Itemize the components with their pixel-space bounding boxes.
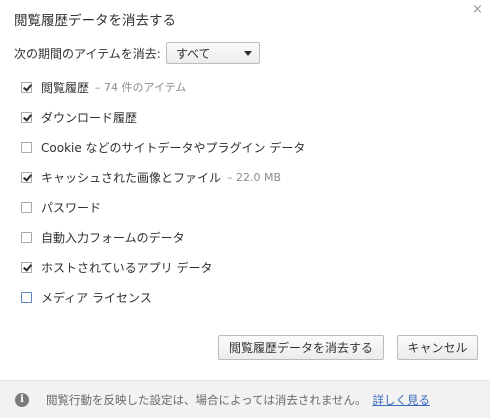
- checkbox-cookies[interactable]: [21, 141, 32, 153]
- chevron-down-icon: [243, 51, 252, 56]
- checkbox-download-history[interactable]: [21, 111, 32, 123]
- dialog-title: 閲覧履歴データを消去する: [14, 13, 176, 29]
- learn-more-link[interactable]: 詳しく見る: [373, 392, 431, 408]
- option-label: ダウンロード履歴: [41, 110, 138, 125]
- checkbox-autofill[interactable]: [21, 231, 32, 243]
- checkbox-media-licenses[interactable]: [21, 291, 32, 303]
- time-period-label: 次の期間のアイテムを消去:: [14, 46, 161, 61]
- option-label: Cookie などのサイトデータやプラグイン データ: [41, 140, 306, 155]
- option-label: メディア ライセンス: [41, 290, 152, 305]
- clear-browsing-data-dialog: 閲覧履歴データを消去する × 次の期間のアイテムを消去: すべて 閲覧履歴 – …: [0, 0, 490, 418]
- option-passwords[interactable]: パスワード: [21, 199, 101, 215]
- close-icon[interactable]: ×: [472, 3, 483, 17]
- checkbox-hosted-app-data[interactable]: [21, 261, 32, 273]
- option-label: パスワード: [41, 200, 102, 215]
- option-label: キャッシュされた画像とファイル: [41, 170, 222, 185]
- option-detail: – 74 件のアイテム: [95, 81, 187, 94]
- time-period-value: すべて: [175, 46, 211, 61]
- option-browsing-history[interactable]: 閲覧履歴 – 74 件のアイテム: [21, 79, 186, 95]
- checkbox-passwords[interactable]: [21, 201, 32, 213]
- time-period-select[interactable]: すべて: [165, 42, 260, 64]
- option-label: 自動入力フォームのデータ: [41, 230, 185, 245]
- option-cache[interactable]: キャッシュされた画像とファイル – 22.0 MB: [21, 169, 281, 185]
- option-hosted-app-data[interactable]: ホストされているアプリ データ: [21, 259, 212, 275]
- checkbox-cache[interactable]: [21, 171, 32, 183]
- footer-note: 閲覧行動を反映した設定は、場合によっては消去されません。: [46, 392, 367, 407]
- time-period-row: 次の期間のアイテムを消去: すべて: [14, 41, 260, 65]
- option-download-history[interactable]: ダウンロード履歴: [21, 109, 137, 125]
- option-cookies[interactable]: Cookie などのサイトデータやプラグイン データ: [21, 139, 305, 155]
- info-icon: i: [15, 392, 29, 407]
- checkbox-browsing-history[interactable]: [21, 81, 32, 93]
- option-label: 閲覧履歴: [41, 80, 90, 95]
- option-media-licenses[interactable]: メディア ライセンス: [21, 289, 152, 305]
- clear-data-button[interactable]: 閲覧履歴データを消去する: [218, 335, 384, 360]
- option-autofill[interactable]: 自動入力フォームのデータ: [21, 229, 185, 245]
- cancel-button[interactable]: キャンセル: [397, 335, 478, 360]
- option-detail: – 22.0 MB: [227, 170, 282, 184]
- dialog-footer: i 閲覧行動を反映した設定は、場合によっては消去されません。 詳しく見る: [0, 380, 490, 418]
- option-label: ホストされているアプリ データ: [41, 260, 213, 275]
